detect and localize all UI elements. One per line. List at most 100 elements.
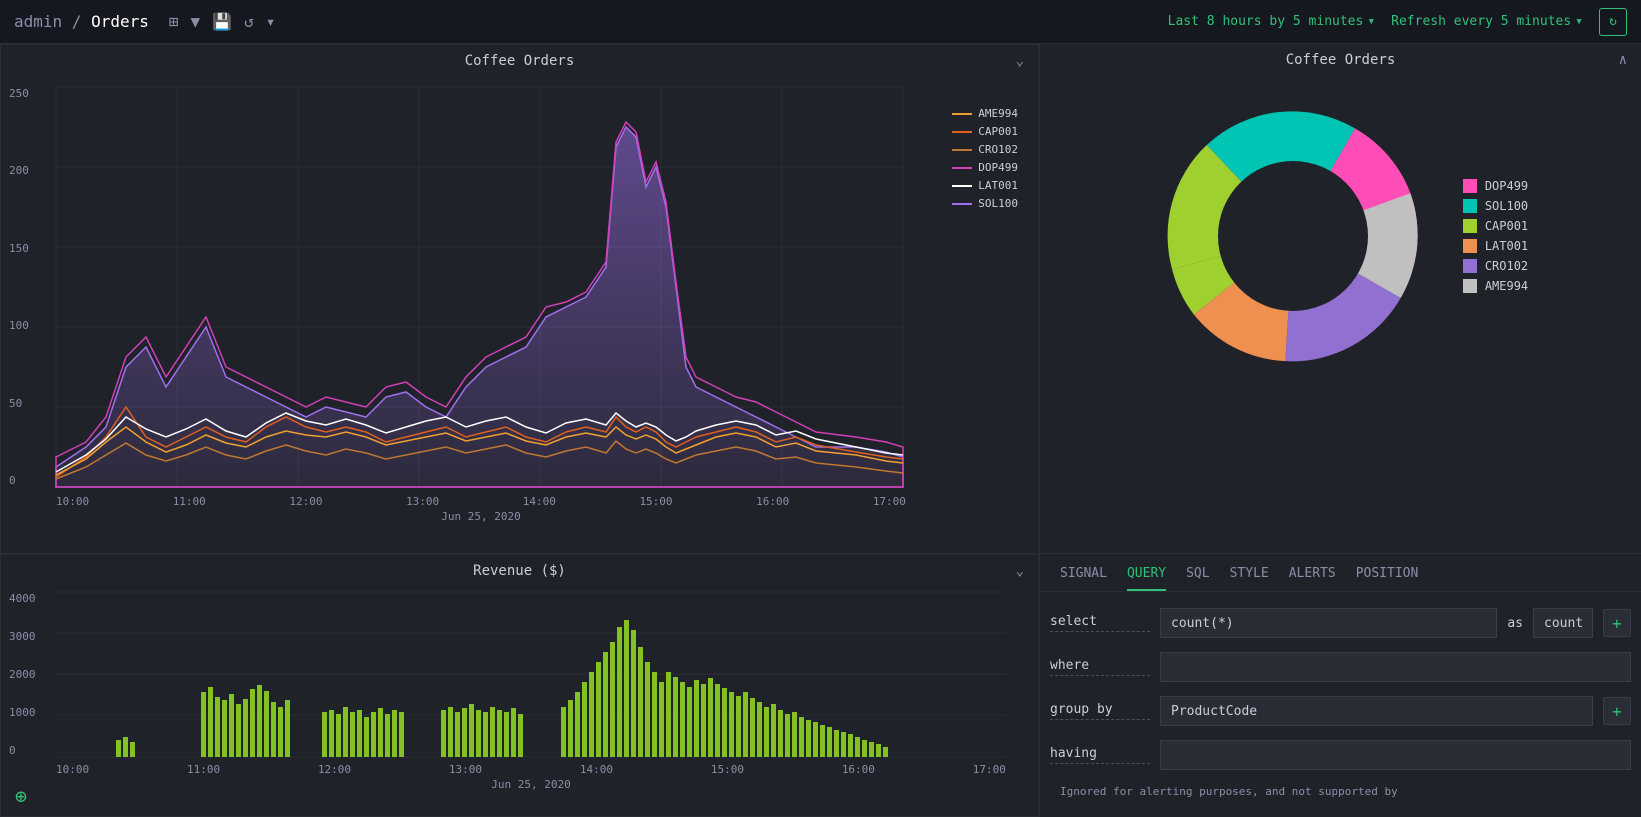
y-label-bar: 3000 <box>9 630 36 643</box>
as-input[interactable] <box>1533 608 1593 638</box>
bar-chart-svg <box>56 592 1006 757</box>
having-input[interactable] <box>1160 740 1631 770</box>
x-labels-top: 10:00 11:00 12:00 13:00 14:00 15:00 16:0… <box>56 495 906 508</box>
donut-title: Coffee Orders <box>1286 52 1396 68</box>
add-panel-button[interactable]: ⊕ <box>15 784 27 808</box>
y-label: 250 <box>9 87 29 100</box>
x-label: 15:00 <box>639 495 672 508</box>
select-add-button[interactable]: + <box>1603 609 1631 637</box>
donut-legend-item-dop499: DOP499 <box>1463 179 1528 193</box>
refresh-button[interactable]: Refresh every 5 minutes ▾ <box>1391 14 1583 29</box>
x-label: 11:00 <box>173 495 206 508</box>
x-label-bar: 10:00 <box>56 763 89 776</box>
tab-style[interactable]: STYLE <box>1230 566 1269 591</box>
x-label: 13:00 <box>406 495 439 508</box>
main-layout: Coffee Orders ⌄ 0 50 100 150 200 250 <box>0 44 1641 817</box>
legend-color-lat001 <box>952 185 972 187</box>
group-by-row: group by + <box>1050 696 1631 726</box>
x-label-bar: 12:00 <box>318 763 351 776</box>
select-input[interactable] <box>1160 608 1497 638</box>
undo-icon[interactable]: ↺ <box>244 12 254 31</box>
left-panels: Coffee Orders ⌄ 0 50 100 150 200 250 <box>0 44 1040 817</box>
revenue-panel: Revenue ($) ⌄ 0 1000 2000 3000 4000 <box>0 554 1039 817</box>
group-by-input[interactable] <box>1160 696 1593 726</box>
x-label: 14:00 <box>523 495 556 508</box>
save-icon[interactable]: 💾 <box>212 12 232 31</box>
coffee-orders-title-bar: Coffee Orders ⌄ <box>1 45 1038 77</box>
topbar-right: Last 8 hours by 5 minutes ▾ Refresh ever… <box>1168 8 1627 36</box>
tab-signal[interactable]: SIGNAL <box>1060 566 1107 591</box>
legend-item-cap001: CAP001 <box>952 125 1018 138</box>
x-label: 12:00 <box>289 495 322 508</box>
y-label-bar: 0 <box>9 744 36 757</box>
line-chart-legend: AME994 CAP001 CRO102 DOP499 <box>952 107 1018 210</box>
legend-item-lat001: LAT001 <box>952 179 1018 192</box>
donut-color-dop499 <box>1463 179 1477 193</box>
page-title: admin / Orders <box>14 12 149 31</box>
donut-color-cro102 <box>1463 259 1477 273</box>
filter-icon[interactable]: ▼ <box>191 12 201 31</box>
panel-menu-icon-bottom[interactable]: ⌄ <box>1016 563 1024 579</box>
where-row: where <box>1050 652 1631 682</box>
x-date-top: Jun 25, 2020 <box>56 510 906 523</box>
y-label-bar: 4000 <box>9 592 36 605</box>
donut-color-ame994 <box>1463 279 1477 293</box>
expand-icon[interactable]: ⊞ <box>169 12 179 31</box>
where-input[interactable] <box>1160 652 1631 682</box>
dropdown-icon[interactable]: ▾ <box>266 12 276 31</box>
tab-query[interactable]: QUERY <box>1127 566 1166 591</box>
donut-menu-icon[interactable]: ∧ <box>1619 52 1627 68</box>
query-section: select as + where group by + <box>1040 592 1641 815</box>
donut-legend-item-cro102: CRO102 <box>1463 259 1528 273</box>
x-date-bottom: Jun 25, 2020 <box>56 778 1006 791</box>
x-label: 10:00 <box>56 495 89 508</box>
y-label: 50 <box>9 397 29 410</box>
query-panel: SIGNAL QUERY SQL STYLE ALERTS POSITION s… <box>1040 554 1641 817</box>
topbar-icons: ⊞ ▼ 💾 ↺ ▾ <box>169 12 275 31</box>
tab-position[interactable]: POSITION <box>1356 566 1419 591</box>
admin-label: admin / <box>14 12 91 31</box>
donut-legend: DOP499 SOL100 CAP001 LAT001 <box>1463 179 1528 293</box>
x-label-bar: 14:00 <box>580 763 613 776</box>
legend-color-cap001 <box>952 131 972 133</box>
right-panel: Coffee Orders ∧ <box>1040 44 1641 817</box>
legend-color-cro102 <box>952 149 972 151</box>
y-label: 150 <box>9 242 29 255</box>
legend-color-sol100 <box>952 203 972 205</box>
group-by-add-button[interactable]: + <box>1603 697 1631 725</box>
donut-chart-svg <box>1153 96 1433 376</box>
donut-color-cap001 <box>1463 219 1477 233</box>
tab-sql[interactable]: SQL <box>1186 566 1209 591</box>
y-label: 200 <box>9 164 29 177</box>
y-label: 100 <box>9 319 29 332</box>
y-label-bar: 1000 <box>9 706 36 719</box>
legend-item-sol100: SOL100 <box>952 197 1018 210</box>
revenue-title: Revenue ($) <box>473 563 566 579</box>
refresh-now-button[interactable]: ↻ <box>1599 8 1627 36</box>
x-label-bar: 11:00 <box>187 763 220 776</box>
time-range-button[interactable]: Last 8 hours by 5 minutes ▾ <box>1168 14 1376 29</box>
chevron-down-icon: ▾ <box>1367 14 1375 29</box>
query-note: Ignored for alerting purposes, and not s… <box>1050 784 1631 799</box>
legend-color-dop499 <box>952 167 972 169</box>
donut-color-lat001 <box>1463 239 1477 253</box>
topbar: admin / Orders ⊞ ▼ 💾 ↺ ▾ Last 8 hours by… <box>0 0 1641 44</box>
as-label: as <box>1507 616 1523 631</box>
legend-color-ame994 <box>952 113 972 115</box>
legend-item-cro102: CRO102 <box>952 143 1018 156</box>
having-label: having <box>1050 746 1150 764</box>
chevron-down-icon: ▾ <box>1575 14 1583 29</box>
select-label: select <box>1050 614 1150 632</box>
panel-menu-icon[interactable]: ⌄ <box>1016 53 1024 69</box>
x-label-bar: 17:00 <box>973 763 1006 776</box>
donut-color-sol100 <box>1463 199 1477 213</box>
revenue-title-bar: Revenue ($) ⌄ <box>1 555 1038 587</box>
donut-container: DOP499 SOL100 CAP001 LAT001 <box>1040 76 1641 396</box>
x-labels-bottom: 10:00 11:00 12:00 13:00 14:00 15:00 16:0… <box>56 763 1006 776</box>
x-label: 17:00 <box>873 495 906 508</box>
tab-alerts[interactable]: ALERTS <box>1289 566 1336 591</box>
donut-title-bar: Coffee Orders ∧ <box>1040 44 1641 76</box>
group-by-label: group by <box>1050 702 1150 720</box>
x-label-bar: 13:00 <box>449 763 482 776</box>
donut-legend-item-sol100: SOL100 <box>1463 199 1528 213</box>
